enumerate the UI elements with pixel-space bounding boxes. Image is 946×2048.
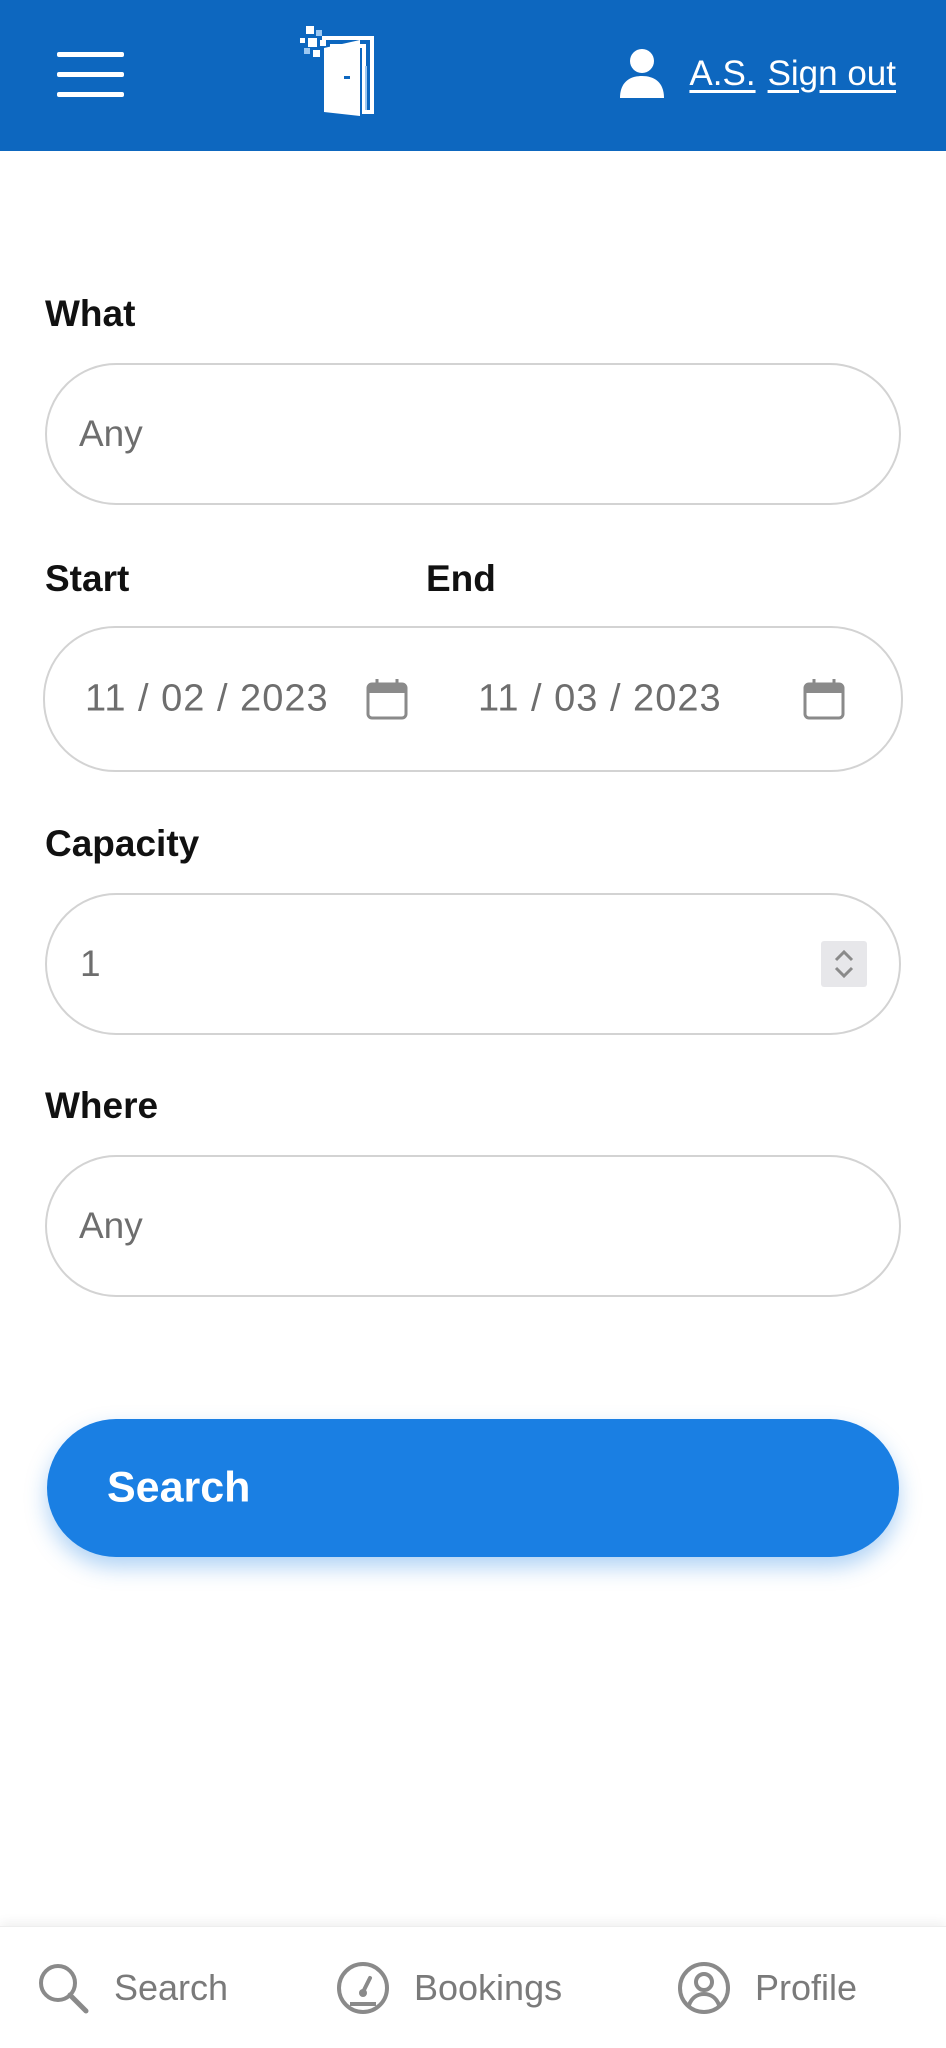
capacity-stepper[interactable] — [821, 941, 867, 987]
user-area: A.S. Sign out — [619, 44, 896, 104]
what-label: What — [45, 293, 136, 334]
hamburger-icon[interactable] — [57, 50, 124, 100]
end-date-input[interactable]: 11 / 03 / 2023 — [478, 678, 722, 721]
start-date-input[interactable]: 11 / 02 / 2023 — [85, 678, 329, 721]
nav-item-search[interactable]: Search — [36, 1927, 228, 2048]
nav-label-bookings: Bookings — [414, 1967, 563, 2008]
bottom-nav: Search Bookings Profile — [0, 1926, 946, 2048]
nav-label-search: Search — [114, 1967, 229, 2008]
user-initials-link[interactable]: A.S. — [689, 54, 755, 94]
nav-label-profile: Profile — [755, 1967, 858, 2008]
what-placeholder: Any — [79, 413, 143, 454]
search-button-label: Search — [107, 1463, 251, 1512]
gauge-icon — [337, 1962, 389, 2014]
app-root: A.S. Sign out What Any Start End 11 / 02… — [0, 0, 946, 2048]
capacity-input[interactable]: 1 — [45, 893, 901, 1035]
nav-item-bookings[interactable]: Bookings — [336, 1927, 562, 2048]
where-placeholder: Any — [79, 1205, 143, 1246]
end-label: End — [426, 558, 496, 599]
profile-icon — [678, 1962, 730, 2014]
capacity-value: 1 — [80, 943, 101, 984]
end-calendar-icon[interactable] — [803, 678, 845, 720]
door-logo-icon[interactable] — [300, 26, 380, 120]
date-range-field: 11 / 02 / 2023 11 / 03 / 2023 — [43, 626, 903, 772]
what-input[interactable]: Any — [45, 363, 901, 505]
nav-item-profile[interactable]: Profile — [677, 1927, 857, 2048]
sign-out-link[interactable]: Sign out — [768, 54, 896, 94]
search-icon — [39, 1964, 89, 2014]
user-icon — [620, 49, 665, 98]
where-input[interactable]: Any — [45, 1155, 901, 1297]
capacity-label: Capacity — [45, 823, 200, 864]
start-label: Start — [45, 558, 130, 599]
start-calendar-icon[interactable] — [366, 678, 408, 720]
search-button[interactable]: Search — [47, 1419, 899, 1557]
where-label: Where — [45, 1085, 159, 1126]
top-bar: A.S. Sign out — [0, 0, 946, 151]
